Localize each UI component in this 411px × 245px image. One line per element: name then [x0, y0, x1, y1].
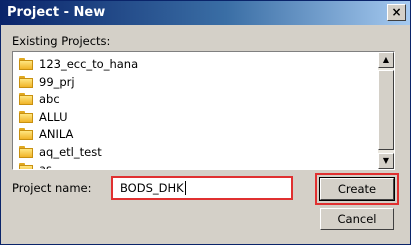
list-item[interactable]: aq_etl_test [19, 144, 359, 162]
cancel-button[interactable]: Cancel [320, 208, 394, 230]
project-name: ANILA [39, 127, 74, 141]
project-name: ALLU [39, 109, 68, 124]
title-bar[interactable]: Project - New × [1, 1, 410, 25]
project-name-input[interactable]: BODS_DHK [111, 176, 293, 200]
scroll-up-button[interactable]: ▲ [378, 52, 394, 68]
text-caret [185, 181, 186, 195]
list-item[interactable]: ANILA [19, 126, 359, 144]
close-button[interactable]: × [387, 4, 406, 21]
arrow-down-icon: ▼ [382, 156, 390, 165]
folder-icon [19, 75, 33, 88]
project-name: 123_ecc_to_hana [39, 57, 139, 71]
list-item[interactable]: 99_prj [19, 74, 359, 92]
folder-icon [19, 128, 33, 140]
dialog-title: Project - New [7, 5, 106, 20]
list-item[interactable]: abc [19, 91, 359, 109]
list-item[interactable]: ALLU [19, 109, 359, 127]
arrow-up-icon: ▲ [382, 55, 390, 64]
close-icon: × [391, 5, 402, 19]
existing-projects-label: Existing Projects: [12, 34, 111, 48]
folder-icon [19, 93, 33, 105]
vertical-scrollbar[interactable]: ▲ ▼ [378, 52, 394, 169]
list-item[interactable]: 123_ecc_to_hana [19, 56, 359, 74]
project-name: as [39, 162, 53, 169]
list-item[interactable]: as [19, 161, 359, 169]
scroll-down-button[interactable]: ▼ [378, 153, 394, 169]
folder-icon [19, 110, 33, 123]
create-button[interactable]: Create [319, 177, 395, 201]
scroll-thumb[interactable] [378, 70, 394, 150]
project-name-value: BODS_DHK [120, 181, 184, 195]
folder-icon [19, 58, 33, 70]
folder-icon [19, 145, 33, 158]
folder-icon [19, 163, 33, 169]
project-name: abc [39, 92, 60, 106]
project-name: aq_etl_test [39, 144, 102, 159]
project-name-label: Project name: [12, 181, 92, 195]
existing-projects-list[interactable]: 123_ecc_to_hana 99_prjabc ALLU ANILA aq_etl_… [12, 51, 395, 170]
project-new-dialog: Project - New × Existing Projects: 123_e… [0, 0, 411, 245]
project-name: 99_prj [39, 74, 75, 89]
